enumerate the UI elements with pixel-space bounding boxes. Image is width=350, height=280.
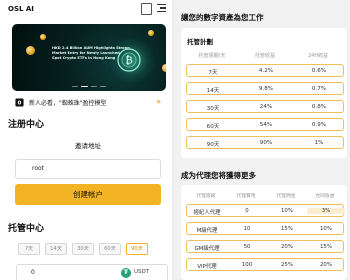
- bitcoin-icon: ₿: [117, 48, 141, 72]
- plan-row[interactable]: 7天 4.2% 0.6%: [186, 64, 344, 77]
- coin-icon: [40, 34, 46, 40]
- agent-income: 15%: [320, 244, 332, 250]
- agent-level: M級代理: [196, 228, 218, 234]
- agent-income: 10%: [320, 226, 332, 232]
- plan-table-header: 托管週期/天 托管收益 24H收益: [181, 52, 347, 60]
- custody-plan-card: 托管計劃 托管週期/天 托管收益 24H收益 7天 4.2% 0.6% 14天 …: [181, 28, 347, 158]
- notice-text: 新人必看，"蜘蛛珠"盈控模型: [29, 100, 107, 107]
- agent-row[interactable]: VIP代理 100 25% 20%: [186, 258, 344, 271]
- earn-title: 讓您的數字資產為您工作: [181, 13, 264, 22]
- agent-level: VIP代理: [197, 264, 217, 270]
- carousel-dots[interactable]: [12, 86, 166, 89]
- agent-commission: 15%: [281, 226, 293, 232]
- agent-fee: 50: [243, 244, 251, 250]
- left-panel: OSL AI HKD 2.4 Billion AUM Highlights St…: [0, 0, 172, 280]
- speaker-icon: 0: [15, 98, 24, 107]
- register-card: 邀请地址 root 创建帐户: [8, 132, 168, 232]
- currency-label: USDT: [134, 269, 150, 275]
- agent-card: 代理等級 代理費用 代理佣金 合同收益 經紀人代理 0 10% 3% M級代理 …: [181, 185, 347, 280]
- agent-row[interactable]: 經紀人代理 0 10% 3%: [186, 204, 345, 217]
- plan-period: 90天: [206, 142, 220, 148]
- period-option[interactable]: 60天: [99, 243, 121, 255]
- header-daily: 24H收益: [307, 53, 329, 59]
- agent-income: 20%: [320, 262, 332, 268]
- agent-level: GM級代理: [194, 246, 220, 252]
- agent-income: 3%: [307, 208, 345, 214]
- coin-icon: [148, 30, 154, 36]
- plan-yield: 90%: [259, 140, 273, 146]
- header-yield: 托管收益: [254, 53, 275, 59]
- register-section-title: 注册中心: [8, 120, 45, 130]
- agent-title: 成为代理您将獲得更多: [181, 171, 256, 180]
- plan-period: 7天: [208, 70, 218, 76]
- agent-row[interactable]: M級代理 10 15% 10%: [186, 222, 344, 235]
- period-option[interactable]: 30天: [72, 243, 94, 255]
- right-panel: 讓您的數字資產為您工作 托管計劃 托管週期/天 托管收益 24H收益 7天 4.…: [174, 0, 350, 280]
- plan-row[interactable]: 30天 24% 0.8%: [186, 100, 344, 113]
- plan-yield: 9.8%: [258, 86, 274, 92]
- agent-commission: 20%: [281, 244, 293, 250]
- agent-commission: 10%: [281, 208, 293, 214]
- menu-icon[interactable]: [157, 4, 167, 14]
- plan-daily: 0.9%: [311, 122, 327, 128]
- header-income: 合同收益: [315, 194, 335, 199]
- svg-text:₿: ₿: [125, 55, 132, 67]
- plan-daily: 0.8%: [311, 104, 327, 110]
- period-option[interactable]: 7天: [18, 243, 40, 255]
- coin-icon: [162, 64, 166, 72]
- header-period: 托管週期/天: [198, 53, 226, 59]
- custody-section-title: 托管中心: [8, 224, 45, 234]
- agent-fee: 0: [245, 208, 249, 214]
- more-icon[interactable]: »: [156, 97, 161, 106]
- header-fee: 代理費用: [236, 194, 256, 199]
- plan-period: 30天: [206, 106, 220, 112]
- promo-banner[interactable]: HKD 2.4 Billion AUM Highlights Strong Ma…: [12, 24, 166, 91]
- plan-daily: 0.7%: [311, 86, 327, 92]
- period-selector: 7天 14天 30天 60天 90天: [18, 243, 168, 256]
- plan-period: 60天: [206, 124, 220, 130]
- coin-icon: [26, 46, 35, 55]
- svg-text:0: 0: [18, 101, 22, 107]
- plan-daily: 0.6%: [311, 68, 327, 74]
- plan-yield: 4.2%: [258, 68, 274, 74]
- top-bar: OSL AI: [0, 0, 172, 20]
- period-option-selected[interactable]: 90天: [126, 243, 148, 255]
- agent-row[interactable]: GM級代理 50 20% 15%: [186, 240, 344, 253]
- invite-label: 邀请地址: [75, 142, 101, 150]
- plan-row[interactable]: 90天 90% 1%: [186, 136, 344, 149]
- create-account-button[interactable]: 创建帐户: [15, 184, 161, 205]
- plan-row[interactable]: 14天 9.8% 0.7%: [186, 82, 344, 95]
- agent-fee: 10: [243, 226, 251, 232]
- agent-fee: 100: [241, 262, 253, 268]
- plan-yield: 54%: [259, 122, 273, 128]
- plan-daily: 1%: [314, 140, 324, 146]
- tether-icon: ₮: [121, 268, 131, 278]
- period-option[interactable]: 14天: [45, 243, 67, 255]
- amount-input[interactable]: 0 ₮ USDT: [16, 264, 168, 280]
- agent-level: 經紀人代理: [193, 210, 221, 216]
- plan-title: 托管計劃: [187, 38, 213, 46]
- agent-commission: 25%: [281, 262, 293, 268]
- header-commission: 代理佣金: [276, 194, 296, 199]
- plan-yield: 24%: [259, 104, 273, 110]
- amount-value: 0: [31, 269, 35, 276]
- header-level: 代理等級: [196, 194, 216, 199]
- agent-table-header: 代理等級 代理費用 代理佣金 合同收益: [186, 192, 344, 200]
- notice-bar[interactable]: 0 新人必看，"蜘蛛珠"盈控模型 »: [10, 96, 168, 109]
- app-logo[interactable]: OSL AI: [8, 5, 34, 13]
- invite-input[interactable]: root: [15, 159, 161, 179]
- square-icon[interactable]: [141, 3, 152, 15]
- plan-row[interactable]: 60天 54% 0.9%: [186, 118, 344, 131]
- plan-period: 14天: [206, 88, 220, 94]
